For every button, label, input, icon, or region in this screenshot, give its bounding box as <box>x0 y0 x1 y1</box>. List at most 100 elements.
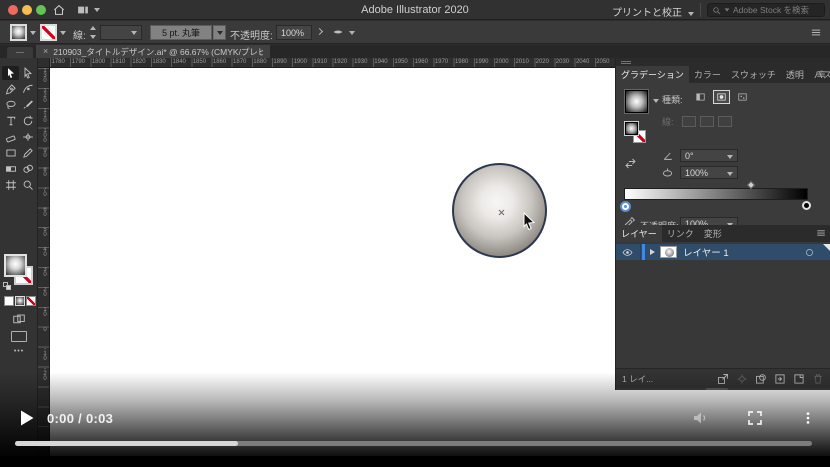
gradient-slider[interactable] <box>624 188 808 200</box>
seek-bar[interactable] <box>15 441 812 446</box>
layers-tab[interactable]: レイヤー <box>616 225 662 242</box>
tool-pencil[interactable] <box>19 146 36 160</box>
expand-arrow-icon[interactable] <box>650 249 655 255</box>
layers-tab[interactable]: リンク <box>662 225 699 242</box>
angle-value: 0° <box>685 150 694 161</box>
seek-bar-progress[interactable] <box>15 441 238 446</box>
layers-tab[interactable]: 変形 <box>699 225 727 242</box>
aspect-ratio-field[interactable]: 100% <box>680 166 738 179</box>
stroke-weight-label: 線: <box>73 31 86 42</box>
ruler-tick: 1880 <box>253 59 267 65</box>
document-tab-bar: × 210903_タイトルデザイン.ai* @ 66.67% (CMYK/プレビ… <box>0 45 830 58</box>
dock-tab[interactable]: カラー <box>689 66 726 83</box>
gradient-type-radial-button[interactable] <box>713 90 730 104</box>
control-bar: 線: 5 pt. 丸筆 不透明度: 100% <box>0 21 830 44</box>
tool-zoom[interactable] <box>19 178 36 192</box>
tool-rectangle[interactable] <box>2 146 19 160</box>
gradient-thumbnail[interactable] <box>624 89 649 114</box>
vertical-ruler: 130 120 110 100 90 80 70 60 50 40 30 20 10 0 -10 -20 <box>38 68 50 467</box>
tool-shape-builder[interactable] <box>19 162 36 176</box>
screen-mode-button[interactable] <box>11 331 27 342</box>
zoom-icon <box>22 179 34 191</box>
gradient-angle-field[interactable]: 0° <box>680 149 738 162</box>
ruler-tick: 1840 <box>172 59 186 65</box>
brush-definition-chevron[interactable] <box>213 25 226 40</box>
tool-lasso[interactable] <box>2 98 19 112</box>
target-circle-icon[interactable] <box>804 247 815 258</box>
tool-width[interactable] <box>19 130 36 144</box>
default-fill-stroke-icon[interactable] <box>3 282 12 290</box>
tool-pen[interactable] <box>2 82 19 96</box>
tool-artboard[interactable] <box>2 178 19 192</box>
locate-object-button[interactable] <box>736 373 748 385</box>
fill-swatch[interactable] <box>10 24 27 41</box>
tool-selection[interactable] <box>2 66 19 80</box>
fill-swatch[interactable] <box>624 121 639 136</box>
layer-row[interactable]: レイヤー 1 <box>616 244 830 260</box>
gradient-type-label: 種類: <box>662 95 683 105</box>
toolbar-grip[interactable] <box>7 47 33 58</box>
chevron-down-icon[interactable] <box>653 99 659 103</box>
tab-close-icon[interactable]: × <box>43 47 48 56</box>
layer-thumbnail[interactable] <box>660 246 677 258</box>
make-clipping-mask-button[interactable] <box>755 373 767 385</box>
dock-tab[interactable]: スウォッチ <box>726 66 781 83</box>
none-button[interactable] <box>26 296 36 306</box>
more-options-icon[interactable] <box>801 408 815 428</box>
width-profile-icon[interactable] <box>330 26 346 38</box>
gradient-type-linear-button[interactable] <box>692 90 709 104</box>
canvas[interactable] <box>50 68 615 467</box>
selection-icon <box>5 67 17 79</box>
document-tab[interactable]: × 210903_タイトルデザイン.ai* @ 66.67% (CMYK/プレビ… <box>36 45 270 58</box>
stroke-weight-dropdown[interactable] <box>100 25 142 40</box>
visibility-eye-icon[interactable] <box>621 247 634 258</box>
ruler-tick: -20 <box>42 366 48 382</box>
color-button[interactable] <box>4 296 14 306</box>
layer-name[interactable]: レイヤー 1 <box>683 245 729 259</box>
panel-menu-icon[interactable] <box>815 69 827 79</box>
edit-toolbar-button[interactable]: ••• <box>0 348 38 355</box>
chevron-down-icon[interactable] <box>60 31 66 35</box>
gradient-stop-end[interactable] <box>802 201 811 210</box>
tool-gradient[interactable] <box>2 162 19 176</box>
new-layer-button[interactable] <box>793 373 805 385</box>
fill-swatch[interactable] <box>4 254 27 277</box>
dock-header[interactable] <box>616 58 830 66</box>
workspace-switcher[interactable]: プリントと校正 <box>612 4 694 19</box>
reverse-gradient-icon[interactable] <box>624 157 637 170</box>
volume-icon[interactable] <box>691 410 709 426</box>
panel-menu-icon[interactable] <box>810 27 822 38</box>
new-sublayer-button[interactable] <box>774 373 786 385</box>
gradient-fill-stroke-swatches[interactable] <box>624 121 654 151</box>
stroke-swatch[interactable] <box>40 24 57 41</box>
delete-layer-button[interactable] <box>812 373 824 385</box>
layers-list: レイヤー 1 <box>616 242 830 368</box>
gradient-stop-start[interactable] <box>620 201 631 212</box>
horizontal-ruler: 1780 1790 1800 1810 1820 1830 1840 1850 1860 1870… <box>50 58 615 68</box>
tool-type[interactable] <box>2 114 19 128</box>
drawing-modes-icon[interactable] <box>8 313 30 326</box>
tool-direct-selection[interactable] <box>19 66 36 80</box>
new-sublayer-icon <box>774 373 786 385</box>
collect-for-export-button[interactable] <box>717 373 729 385</box>
stroke-gradient-across-button <box>717 116 732 127</box>
opacity-field[interactable]: 100% <box>276 25 312 40</box>
gradient-button[interactable] <box>15 296 25 306</box>
stroke-weight-stepper[interactable] <box>89 26 97 39</box>
brush-definition-dropdown[interactable]: 5 pt. 丸筆 <box>150 25 212 40</box>
dock-tab[interactable]: 透明 <box>781 66 809 83</box>
tool-rotate[interactable] <box>19 114 36 128</box>
search-input[interactable]: Adobe Stock を検索 <box>707 3 825 17</box>
tool-eraser[interactable] <box>2 130 19 144</box>
fullscreen-icon[interactable] <box>747 410 763 426</box>
panel-menu-icon[interactable] <box>815 228 827 238</box>
dock-tab[interactable]: グラデーション <box>616 66 689 83</box>
gradient-type-freeform-button[interactable] <box>734 90 751 104</box>
chevron-down-icon[interactable] <box>30 31 36 35</box>
rectangle-icon <box>5 147 17 159</box>
opacity-popup-arrow[interactable] <box>315 27 324 36</box>
play-button[interactable] <box>19 409 35 427</box>
tool-curvature[interactable] <box>19 82 36 96</box>
ruler-tick: 1810 <box>112 59 126 65</box>
tool-paintbrush[interactable] <box>19 98 36 112</box>
